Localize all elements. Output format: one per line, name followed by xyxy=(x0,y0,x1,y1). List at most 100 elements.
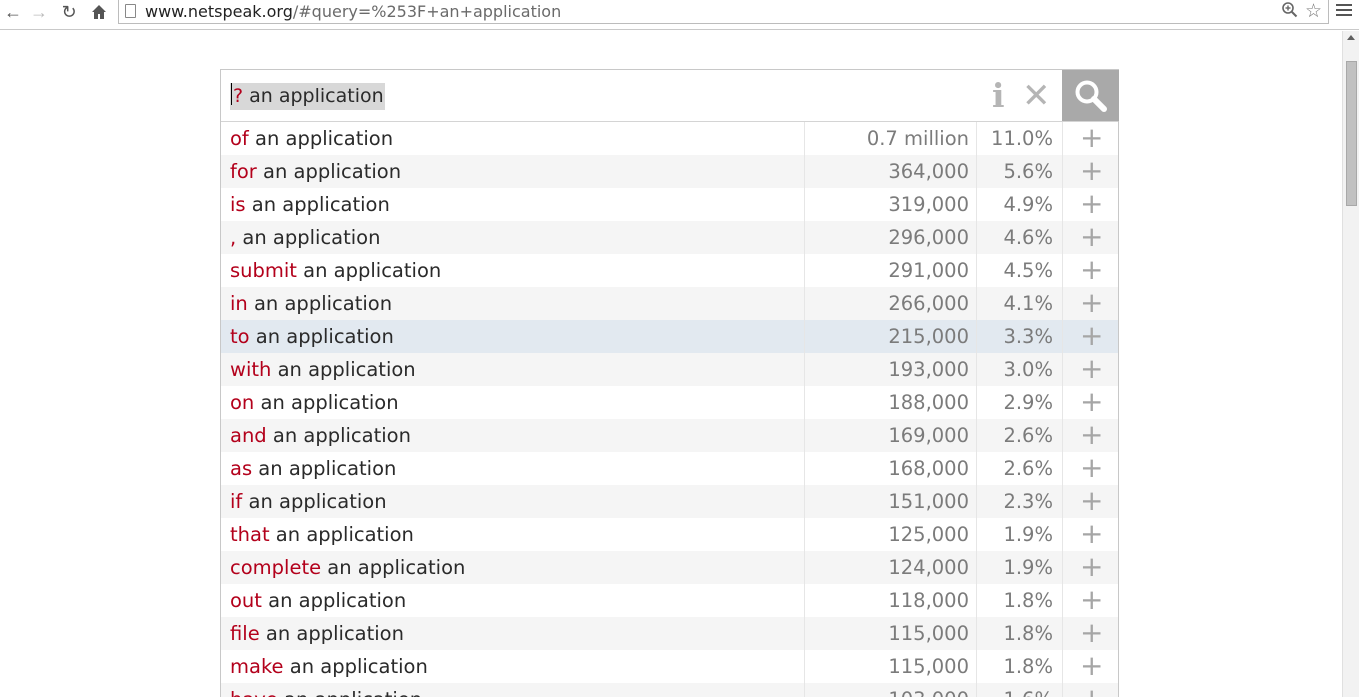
expand-plus-icon[interactable]: + xyxy=(1080,124,1103,152)
result-word: complete xyxy=(230,556,322,579)
result-phrase[interactable]: have an application xyxy=(230,688,422,697)
column-divider xyxy=(804,254,805,287)
result-row[interactable]: submit an application 291,000 4.5% + xyxy=(221,254,1118,287)
result-rest: an application xyxy=(283,655,428,678)
result-frequency: 168,000 xyxy=(888,457,969,480)
back-arrow-icon[interactable]: ← xyxy=(2,1,24,23)
result-phrase[interactable]: for an application xyxy=(230,160,401,183)
column-divider xyxy=(1062,419,1063,452)
result-row[interactable]: with an application 193,000 3.0% + xyxy=(221,353,1118,386)
page-icon xyxy=(125,4,136,18)
result-phrase[interactable]: file an application xyxy=(230,622,404,645)
result-row[interactable]: , an application 296,000 4.6% + xyxy=(221,221,1118,254)
expand-plus-icon[interactable]: + xyxy=(1080,586,1103,614)
expand-plus-icon[interactable]: + xyxy=(1080,355,1103,383)
result-phrase[interactable]: complete an application xyxy=(230,556,465,579)
column-divider xyxy=(976,221,977,254)
result-percentage: 4.5% xyxy=(1003,259,1053,282)
url-path: /#query=%253F+an+application xyxy=(292,2,562,21)
column-divider xyxy=(1062,353,1063,386)
column-divider xyxy=(976,617,977,650)
address-bar[interactable]: www.netspeak.org/#query=%253F+an+applica… xyxy=(118,0,1329,24)
result-rest: an application xyxy=(278,688,422,697)
scroll-thumb[interactable] xyxy=(1346,61,1357,206)
info-icon[interactable]: i xyxy=(992,78,1005,114)
result-phrase[interactable]: of an application xyxy=(230,127,393,150)
expand-plus-icon[interactable]: + xyxy=(1080,190,1103,218)
result-row[interactable]: for an application 364,000 5.6% + xyxy=(221,155,1118,188)
result-phrase[interactable]: to an application xyxy=(230,325,394,348)
home-icon[interactable] xyxy=(88,1,110,23)
expand-plus-icon[interactable]: + xyxy=(1080,553,1103,581)
column-divider xyxy=(976,452,977,485)
result-phrase[interactable]: out an application xyxy=(230,589,406,612)
query-input[interactable]: ? an application xyxy=(230,83,385,110)
expand-plus-icon[interactable]: + xyxy=(1080,685,1103,697)
result-phrase[interactable]: make an application xyxy=(230,655,428,678)
expand-plus-icon[interactable]: + xyxy=(1080,454,1103,482)
column-divider xyxy=(976,584,977,617)
result-row[interactable]: is an application 319,000 4.9% + xyxy=(221,188,1118,221)
url-text[interactable]: www.netspeak.org/#query=%253F+an+applica… xyxy=(145,2,561,21)
result-row[interactable]: and an application 169,000 2.6% + xyxy=(221,419,1118,452)
result-row[interactable]: out an application 118,000 1.8% + xyxy=(221,584,1118,617)
column-divider xyxy=(804,683,805,697)
scroll-up-arrow-icon[interactable] xyxy=(1347,35,1355,40)
zoom-icon[interactable] xyxy=(1281,1,1298,23)
expand-plus-icon[interactable]: + xyxy=(1080,652,1103,680)
expand-plus-icon[interactable]: + xyxy=(1080,520,1103,548)
result-frequency: 169,000 xyxy=(888,424,969,447)
result-row[interactable]: that an application 125,000 1.9% + xyxy=(221,518,1118,551)
result-row[interactable]: as an application 168,000 2.6% + xyxy=(221,452,1118,485)
result-phrase[interactable]: and an application xyxy=(230,424,411,447)
result-phrase[interactable]: with an application xyxy=(230,358,416,381)
expand-plus-icon[interactable]: + xyxy=(1080,388,1103,416)
column-divider xyxy=(1062,155,1063,188)
result-phrase[interactable]: if an application xyxy=(230,490,387,513)
expand-plus-icon[interactable]: + xyxy=(1080,289,1103,317)
column-divider xyxy=(804,353,805,386)
vertical-scrollbar[interactable] xyxy=(1342,31,1359,697)
result-percentage: 4.9% xyxy=(1003,193,1053,216)
result-word: with xyxy=(230,358,272,381)
result-rest: an application xyxy=(266,424,411,447)
column-divider xyxy=(804,584,805,617)
bookmark-star-icon[interactable]: ☆ xyxy=(1305,0,1322,23)
result-percentage: 1.8% xyxy=(1003,622,1053,645)
result-row[interactable]: make an application 115,000 1.8% + xyxy=(221,650,1118,683)
result-phrase[interactable]: in an application xyxy=(230,292,392,315)
result-phrase[interactable]: is an application xyxy=(230,193,390,216)
column-divider xyxy=(1062,452,1063,485)
menu-icon[interactable] xyxy=(1336,4,1352,20)
result-phrase[interactable]: , an application xyxy=(230,226,380,249)
expand-plus-icon[interactable]: + xyxy=(1080,421,1103,449)
result-rest: an application xyxy=(321,556,466,579)
clear-icon[interactable]: ✕ xyxy=(1022,76,1051,116)
result-row[interactable]: file an application 115,000 1.8% + xyxy=(221,617,1118,650)
expand-plus-icon[interactable]: + xyxy=(1080,487,1103,515)
result-row[interactable]: of an application 0.7 million 11.0% + xyxy=(221,122,1118,155)
expand-plus-icon[interactable]: + xyxy=(1080,256,1103,284)
expand-plus-icon[interactable]: + xyxy=(1080,223,1103,251)
search-button[interactable] xyxy=(1062,70,1119,121)
result-row[interactable]: have an application 103,000 1.6% + xyxy=(221,683,1118,697)
result-row[interactable]: complete an application 124,000 1.9% + xyxy=(221,551,1118,584)
expand-plus-icon[interactable]: + xyxy=(1080,322,1103,350)
reload-icon[interactable]: ↻ xyxy=(58,1,80,23)
result-word: for xyxy=(230,160,257,183)
forward-arrow-icon[interactable]: → xyxy=(28,1,50,23)
result-row[interactable]: if an application 151,000 2.3% + xyxy=(221,485,1118,518)
result-frequency: 0.7 million xyxy=(866,127,969,150)
expand-plus-icon[interactable]: + xyxy=(1080,619,1103,647)
result-row[interactable]: on an application 188,000 2.9% + xyxy=(221,386,1118,419)
result-row[interactable]: to an application 215,000 3.3% + xyxy=(221,320,1118,353)
result-phrase[interactable]: as an application xyxy=(230,457,396,480)
result-phrase[interactable]: on an application xyxy=(230,391,399,414)
expand-plus-icon[interactable]: + xyxy=(1080,157,1103,185)
column-divider xyxy=(804,287,805,320)
result-row[interactable]: in an application 266,000 4.1% + xyxy=(221,287,1118,320)
column-divider xyxy=(1062,254,1063,287)
column-divider xyxy=(804,485,805,518)
result-phrase[interactable]: that an application xyxy=(230,523,414,546)
result-phrase[interactable]: submit an application xyxy=(230,259,441,282)
